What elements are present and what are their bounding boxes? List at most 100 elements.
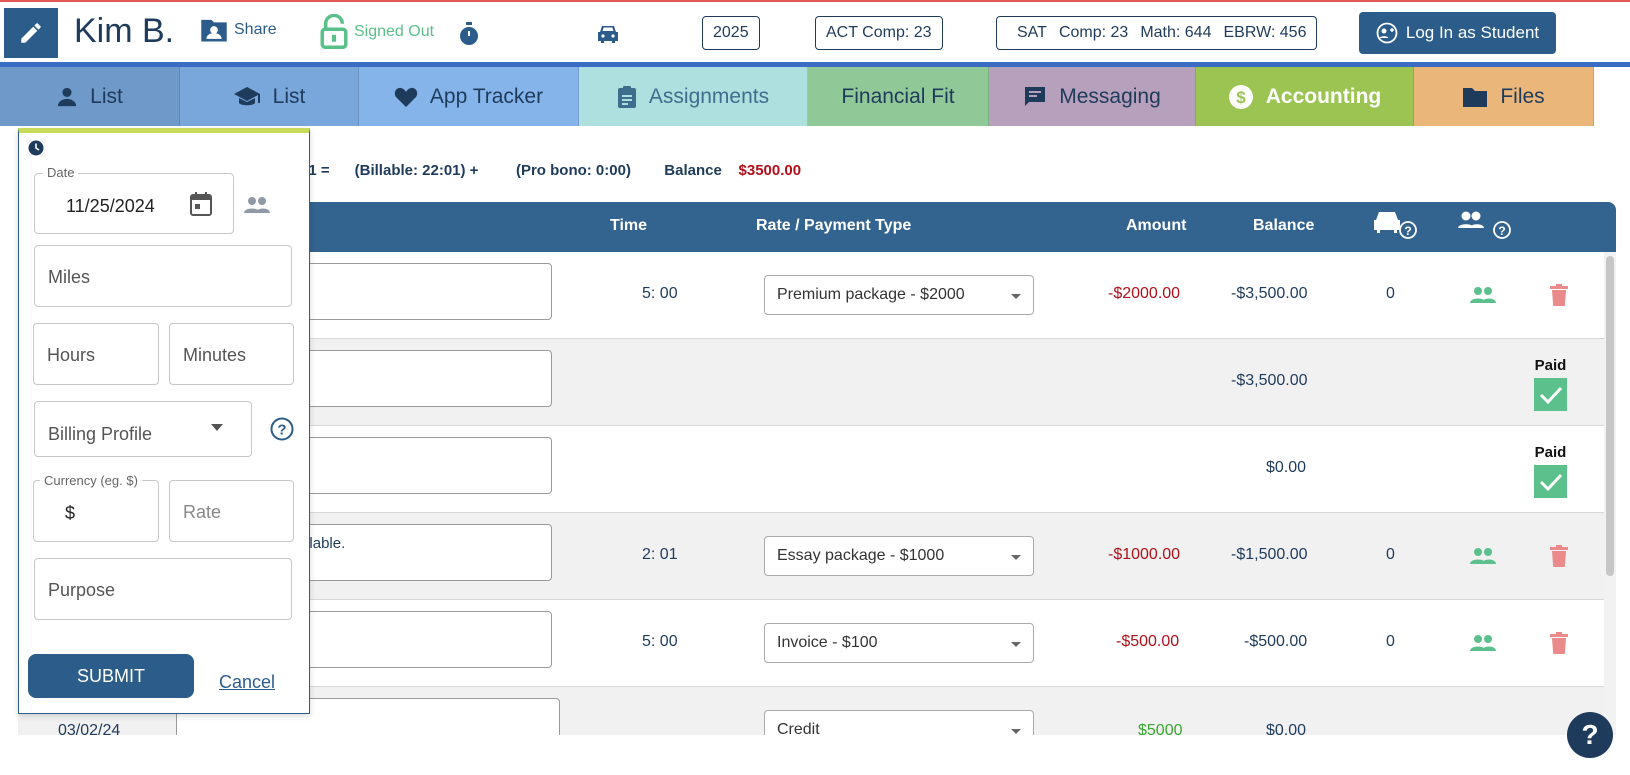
people-icon[interactable]	[244, 196, 270, 214]
date-field[interactable]: Date 11/25/2024	[34, 165, 234, 234]
header: Kim B. Share Signed Out 2025 ACT Comp: 2…	[0, 2, 1630, 62]
chat-icon	[1025, 86, 1046, 106]
paid-checkbox[interactable]	[1534, 465, 1567, 498]
date-label: Date	[43, 165, 79, 180]
svg-text:?: ?	[1404, 224, 1411, 238]
people-icon	[1470, 287, 1496, 303]
tab-financial-fit[interactable]: Financial Fit	[808, 67, 989, 126]
row-amount: $5000	[1138, 722, 1183, 735]
graduation-year-badge: 2025	[702, 16, 760, 50]
tab-college-list[interactable]: List	[180, 67, 359, 126]
user-switch-icon	[1376, 22, 1398, 44]
mileage-button[interactable]	[596, 24, 620, 49]
signed-out-label: Signed Out	[354, 23, 435, 40]
tab-label: Financial Fit	[841, 84, 955, 108]
header-balance: Balance	[1253, 217, 1315, 234]
question-mark-icon: ?	[1581, 719, 1599, 750]
stopwatch-icon	[460, 22, 478, 45]
tab-messaging[interactable]: Messaging	[989, 67, 1196, 126]
row-balance: -$3,500.00	[1231, 285, 1308, 302]
row-amount: -$1000.00	[1108, 546, 1181, 563]
main-tabs: List List App Tracker Assignments Financ…	[0, 67, 1594, 126]
pro-bono-hours: (Pro bono: 0:00)	[515, 162, 631, 179]
dollar-circle-icon: $	[1228, 84, 1253, 109]
calendar-icon[interactable]	[190, 192, 212, 216]
tab-label: Accounting	[1265, 84, 1382, 108]
accounting-summary: 01 = (Billable: 22:01) + (Pro bono: 0:00…	[300, 162, 801, 179]
minutes-input[interactable]: Minutes	[169, 323, 294, 385]
currency-input[interactable]: Currency (eg. $) $	[33, 473, 159, 542]
row-balance: $0.00	[1266, 722, 1307, 735]
tab-student-list[interactable]: List	[0, 67, 180, 126]
currency-label: Currency (eg. $)	[40, 473, 142, 488]
miles-input[interactable]: Miles	[34, 245, 292, 307]
tab-app-tracker[interactable]: App Tracker	[359, 67, 579, 126]
log-in-label: Log In as Student	[1405, 23, 1540, 42]
lock-open-icon	[320, 14, 348, 49]
balance-value: $3500.00	[738, 162, 802, 179]
balance-label: Balance	[664, 162, 722, 179]
tab-accounting[interactable]: $ Accounting	[1196, 67, 1414, 126]
row-miles: 0	[1386, 285, 1395, 302]
row-miles: 0	[1386, 546, 1395, 563]
tab-label: List	[90, 84, 123, 108]
sat-label: SAT	[1017, 24, 1047, 41]
rate-select[interactable]: Premium package - $2000	[764, 275, 1034, 315]
sat-math: Math: 644	[1140, 24, 1212, 41]
checkmark-icon	[1539, 386, 1562, 404]
chevron-down-icon	[211, 424, 223, 431]
contact-card-icon	[201, 19, 227, 42]
row-amount: -$2000.00	[1108, 285, 1181, 302]
log-in-as-student-button[interactable]: Log In as Student	[1359, 12, 1556, 54]
header-time: Time	[610, 217, 648, 234]
table-scrollbar[interactable]	[1604, 252, 1616, 735]
svg-text:?: ?	[277, 422, 286, 439]
submit-button[interactable]: SUBMIT	[28, 654, 194, 698]
row-time: 5: 00	[642, 285, 678, 302]
sat-score-badge: SAT Comp: 23 Math: 644 EBRW: 456	[996, 16, 1318, 50]
row-balance: $0.00	[1266, 459, 1307, 476]
billing-profile-select[interactable]: Billing Profile	[34, 401, 252, 457]
edit-button[interactable]	[4, 8, 58, 58]
rate-placeholder: Rate	[183, 502, 222, 522]
row-balance: -$1,500.00	[1231, 546, 1308, 563]
scrollbar-thumb[interactable]	[1606, 256, 1614, 576]
car-icon: ?	[1374, 212, 1417, 239]
row-time: 5: 00	[642, 633, 678, 650]
delete-row-button[interactable]	[1550, 284, 1568, 311]
tab-files[interactable]: Files	[1414, 67, 1594, 126]
row-miles: 0	[1386, 633, 1395, 650]
student-name: Kim B.	[74, 12, 175, 50]
checkmark-icon	[1539, 473, 1562, 491]
tab-assignments[interactable]: Assignments	[579, 67, 808, 126]
share-row-button[interactable]	[1470, 547, 1496, 570]
signed-out-status[interactable]: Signed Out	[320, 14, 434, 50]
clipboard-icon	[617, 85, 636, 108]
paid-label: Paid	[1534, 444, 1567, 461]
share-row-button[interactable]	[1470, 634, 1496, 657]
stopwatch-button[interactable]	[458, 22, 480, 51]
share-row-button[interactable]	[1470, 286, 1496, 309]
purpose-input[interactable]: Purpose	[34, 558, 292, 620]
rate-select[interactable]: Credit	[764, 710, 1034, 735]
pencil-icon	[21, 23, 41, 43]
rate-select[interactable]: Essay package - $1000	[764, 536, 1034, 576]
minutes-placeholder: Minutes	[183, 345, 247, 365]
paid-indicator: Paid	[1534, 357, 1567, 411]
row-date: 03/02/24	[58, 722, 121, 735]
billable-hours: (Billable: 22:01) +	[354, 162, 479, 179]
share-button[interactable]: Share	[198, 16, 277, 44]
delete-row-button[interactable]	[1550, 545, 1568, 572]
time-entry-form: Date 11/25/2024 Miles Hours Minutes Bill…	[18, 128, 310, 714]
rate-select[interactable]: Invoice - $100	[764, 623, 1034, 663]
delete-row-button[interactable]	[1550, 632, 1568, 659]
tab-label: Assignments	[648, 84, 770, 108]
cancel-link[interactable]: Cancel	[219, 672, 275, 693]
help-icon[interactable]: ?	[270, 417, 294, 441]
hours-input[interactable]: Hours	[33, 323, 159, 385]
paid-checkbox[interactable]	[1534, 378, 1567, 411]
rate-input[interactable]: Rate	[169, 480, 294, 542]
help-button[interactable]: ?	[1567, 712, 1613, 758]
billing-profile-placeholder: Billing Profile	[48, 424, 153, 444]
date-value: 11/25/2024	[66, 196, 155, 216]
